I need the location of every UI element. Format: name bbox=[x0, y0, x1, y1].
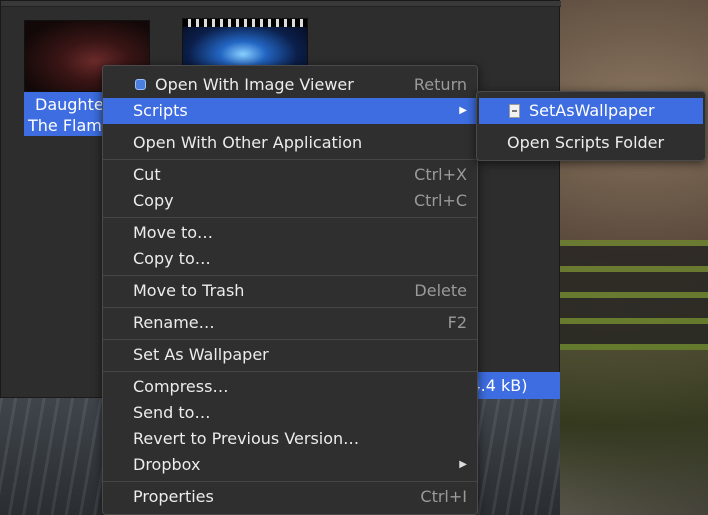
menu-item-send-to[interactable]: Send to… bbox=[103, 400, 477, 426]
script-file-icon bbox=[509, 104, 520, 118]
context-menu: Open With Image Viewer Return Scripts ▶ … bbox=[102, 65, 478, 515]
menu-separator bbox=[103, 275, 477, 276]
menu-separator bbox=[103, 371, 477, 372]
menu-item-accelerator: Delete bbox=[414, 281, 467, 300]
menu-item-compress[interactable]: Compress… bbox=[103, 374, 477, 400]
menu-item-label: Dropbox bbox=[133, 455, 201, 474]
menu-item-label: Scripts bbox=[133, 101, 188, 120]
menu-item-label: Copy to… bbox=[133, 249, 211, 268]
menu-item-rename[interactable]: Rename… F2 bbox=[103, 310, 477, 336]
menu-item-move-to[interactable]: Move to… bbox=[103, 220, 477, 246]
menu-item-open-with-other-application[interactable]: Open With Other Application bbox=[103, 130, 477, 156]
menu-item-label: Compress… bbox=[133, 377, 229, 396]
menu-item-set-as-wallpaper[interactable]: Set As Wallpaper bbox=[103, 342, 477, 368]
menu-separator bbox=[103, 159, 477, 160]
menu-item-move-to-trash[interactable]: Move to Trash Delete bbox=[103, 278, 477, 304]
menu-item-label: Move to Trash bbox=[133, 281, 245, 300]
menu-item-label: Set As Wallpaper bbox=[133, 345, 269, 364]
menu-item-accelerator: Ctrl+C bbox=[413, 191, 467, 210]
submenu-item-open-scripts-folder[interactable]: Open Scripts Folder bbox=[479, 130, 703, 156]
wallpaper-detail bbox=[560, 240, 708, 350]
menu-item-accelerator: Ctrl+X bbox=[414, 165, 467, 184]
menu-item-label: Move to… bbox=[133, 223, 214, 242]
film-strip-edge bbox=[183, 19, 307, 27]
submenu-item-label: Open Scripts Folder bbox=[507, 133, 665, 152]
window-toolbar-edge bbox=[1, 1, 561, 7]
menu-item-dropbox[interactable]: Dropbox ▶ bbox=[103, 452, 477, 478]
menu-item-cut[interactable]: Cut Ctrl+X bbox=[103, 162, 477, 188]
menu-item-accelerator: F2 bbox=[447, 313, 467, 332]
menu-item-label: Cut bbox=[133, 165, 161, 184]
menu-item-properties[interactable]: Properties Ctrl+I bbox=[103, 484, 477, 510]
menu-separator bbox=[103, 481, 477, 482]
submenu-item-label: SetAsWallpaper bbox=[529, 101, 655, 120]
menu-item-label: Rename… bbox=[133, 313, 215, 332]
menu-item-copy-to[interactable]: Copy to… bbox=[103, 246, 477, 272]
menu-item-copy[interactable]: Copy Ctrl+C bbox=[103, 188, 477, 214]
menu-item-label: Properties bbox=[133, 487, 214, 506]
menu-item-label: Copy bbox=[133, 191, 174, 210]
menu-separator bbox=[103, 307, 477, 308]
submenu-item-set-as-wallpaper-script[interactable]: SetAsWallpaper bbox=[479, 98, 703, 124]
menu-item-label: Open With Image Viewer bbox=[155, 75, 354, 94]
menu-item-revert-to-previous-version[interactable]: Revert to Previous Version… bbox=[103, 426, 477, 452]
menu-item-accelerator: Ctrl+I bbox=[420, 487, 467, 506]
image-viewer-icon bbox=[135, 79, 146, 90]
chevron-right-icon: ▶ bbox=[459, 459, 467, 470]
scripts-submenu: SetAsWallpaper Open Scripts Folder bbox=[476, 91, 706, 161]
menu-item-accelerator: Return bbox=[413, 75, 467, 94]
menu-item-label: Send to… bbox=[133, 403, 211, 422]
menu-item-open-with-image-viewer[interactable]: Open With Image Viewer Return bbox=[103, 72, 477, 98]
menu-separator bbox=[103, 339, 477, 340]
menu-item-scripts[interactable]: Scripts ▶ bbox=[103, 98, 477, 124]
menu-item-label: Revert to Previous Version… bbox=[133, 429, 360, 448]
chevron-right-icon: ▶ bbox=[459, 105, 467, 116]
menu-item-label: Open With Other Application bbox=[133, 133, 363, 152]
menu-separator bbox=[103, 217, 477, 218]
